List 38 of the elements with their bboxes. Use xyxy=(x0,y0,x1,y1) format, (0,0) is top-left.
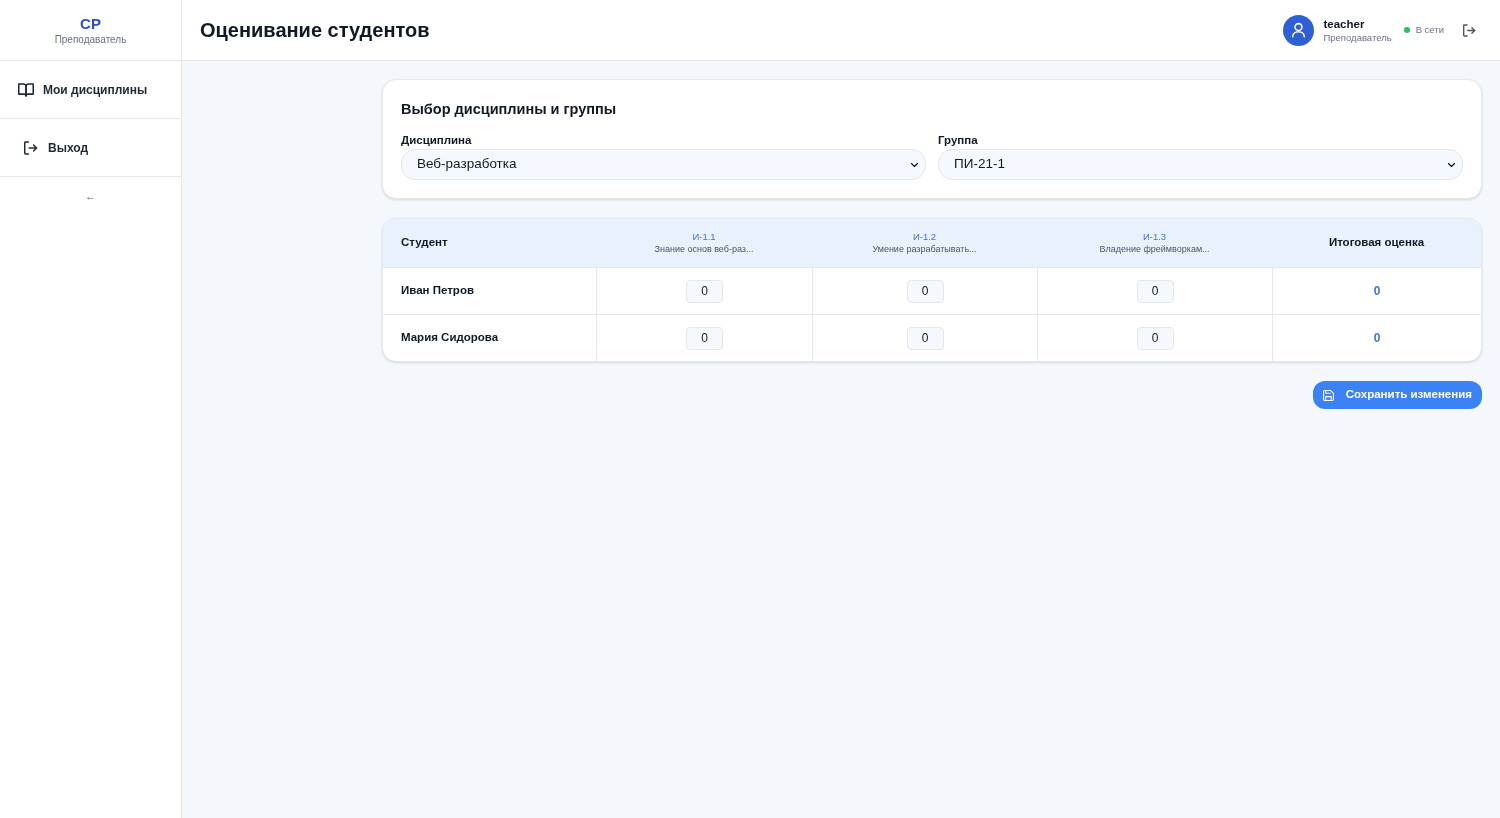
score-input[interactable]: 0 xyxy=(686,279,723,303)
score-input[interactable]: 0 xyxy=(686,326,723,350)
logout-icon[interactable] xyxy=(1463,23,1476,37)
field-label: Группа xyxy=(938,133,979,147)
score-input[interactable]: 0 xyxy=(1136,279,1174,303)
field-label: Дисциплина xyxy=(401,133,473,147)
role-label: Преподаватель xyxy=(54,32,127,46)
indicator-code: И-1.1 xyxy=(692,231,716,243)
dropdown-select[interactable]: Веб-разработка xyxy=(401,149,926,180)
chevron-icon xyxy=(911,162,918,167)
logo-text: СР xyxy=(80,14,101,33)
indicator-description: Знание основ веб-раз... xyxy=(654,243,754,255)
indicator-code: И-1.3 xyxy=(1142,231,1167,243)
score-input[interactable]: 0 xyxy=(906,326,944,350)
score-input[interactable]: 0 xyxy=(1136,326,1174,350)
column-header: Студент xyxy=(401,235,448,251)
save-icon xyxy=(1322,389,1334,401)
page-title: Оценивание студентов xyxy=(200,18,430,43)
student-name: Мария Сидорова xyxy=(401,330,499,346)
book-icon xyxy=(18,82,34,97)
collapse-button[interactable]: ← xyxy=(81,187,100,205)
user-role: Преподаватель xyxy=(1323,30,1392,44)
column-header: Итоговая оценка xyxy=(1328,235,1425,251)
logout-icon xyxy=(24,140,38,155)
chevron-icon xyxy=(1448,162,1455,167)
indicator-code: И-1.2 xyxy=(912,231,937,243)
student-name: Иван Петров xyxy=(401,283,474,299)
save-button[interactable]: Сохранить изменения xyxy=(1312,381,1482,409)
status-text: В сети xyxy=(1415,22,1444,37)
card-title: Выбор дисциплины и группы xyxy=(401,100,618,118)
score-input[interactable]: 0 xyxy=(906,279,944,303)
total-grade: 0 xyxy=(1373,283,1381,300)
user-name: teacher xyxy=(1323,16,1366,31)
avatar-icon xyxy=(1283,14,1315,46)
indicator-description: Владение фреймворкам... xyxy=(1099,243,1210,255)
total-grade: 0 xyxy=(1373,330,1381,347)
dropdown-select[interactable]: ПИ-21-1 xyxy=(938,149,1463,180)
indicator-description: Умение разрабатывать... xyxy=(872,243,977,255)
